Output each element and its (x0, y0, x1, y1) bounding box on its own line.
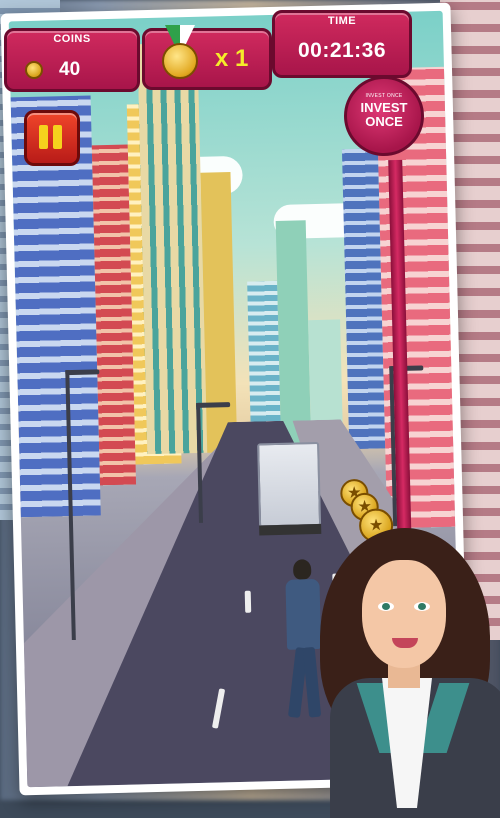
coins-value: 40 (59, 59, 81, 80)
time-label: TIME (327, 15, 357, 27)
woman-eye (414, 602, 430, 611)
building (137, 42, 208, 455)
coins-panel: COINS 40 (4, 28, 140, 92)
multiplier-value: x 1 (215, 45, 249, 72)
delivery-truck (257, 441, 322, 528)
building (275, 220, 312, 451)
time-value: 00:21:36 (297, 39, 387, 62)
billboard-small-text: INVEST ONCE (365, 93, 403, 99)
time-panel: TIME 00:21:36 (272, 10, 412, 78)
lane-marking (244, 590, 252, 613)
pause-button[interactable] (24, 110, 80, 166)
coin-icon (25, 61, 43, 79)
pause-icon (39, 125, 48, 149)
woman-face (362, 560, 446, 668)
medal-panel: x 1 (142, 25, 272, 90)
runner-head (292, 559, 312, 580)
medal-icon (162, 43, 198, 79)
pause-icon (53, 125, 62, 149)
building (200, 172, 238, 453)
businesswoman-character (310, 518, 500, 818)
woman-mouth (392, 638, 418, 648)
coins-label: COINS (53, 33, 91, 45)
billboard-text: INVEST ONCE (360, 100, 408, 129)
invest-once-billboard: INVEST ONCE INVEST ONCE (344, 76, 424, 156)
woman-eye (378, 602, 394, 611)
